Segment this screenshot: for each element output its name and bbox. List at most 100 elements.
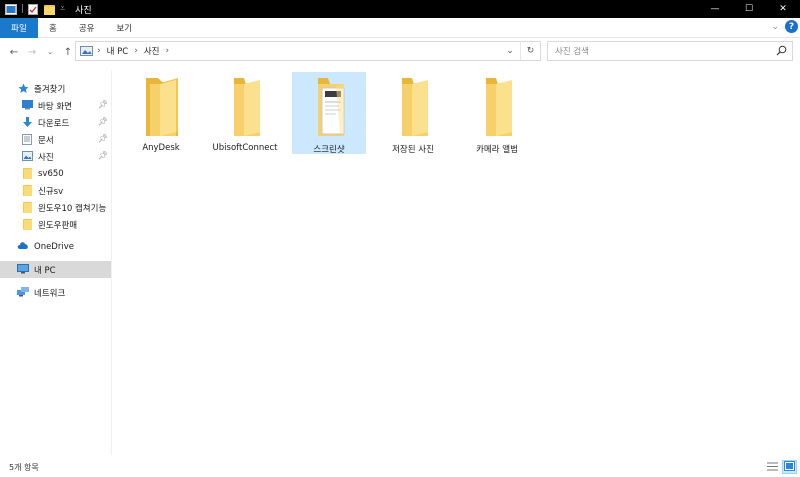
new-folder-icon[interactable]: [44, 4, 56, 15]
pin-icon: 📌︎: [97, 117, 108, 126]
sidebar-item-desktop[interactable]: 바탕 화면 📌︎: [0, 97, 111, 114]
explorer-icon[interactable]: [5, 3, 17, 15]
sidebar-item-documents[interactable]: 문서 📌︎: [0, 131, 111, 148]
sidebar-item-this-pc[interactable]: 내 PC: [0, 261, 111, 278]
sidebar-item-pictures[interactable]: 사진 📌︎: [0, 148, 111, 165]
chevron-down-icon: ⌄: [47, 48, 53, 56]
folder-icon: [22, 185, 33, 196]
breadcrumb-chevron-icon[interactable]: ›: [97, 46, 101, 56]
sidebar-item-label: 윈도우10 캡쳐기능: [38, 203, 107, 214]
folder-icon: [390, 78, 436, 139]
folder-icon: [474, 78, 520, 139]
back-button[interactable]: ←: [5, 42, 23, 62]
maximize-button[interactable]: ☐: [732, 0, 766, 18]
folder-icon: [222, 78, 268, 139]
star-icon: [18, 83, 29, 94]
sidebar-item-label: 문서: [38, 135, 54, 146]
quick-access-toolbar: | ⩡ 사진: [0, 0, 92, 18]
toolbar-divider: |: [21, 4, 25, 14]
tab-view[interactable]: 보기: [105, 18, 143, 38]
ribbon-right-controls: ⌄ ?: [771, 20, 798, 33]
sidebar-item-label: 내 PC: [34, 265, 56, 276]
search-icon[interactable]: [776, 45, 787, 59]
expand-ribbon-icon[interactable]: ⌄: [771, 22, 779, 32]
sidebar-item-quick-access[interactable]: 즐겨찾기: [0, 80, 111, 97]
sidebar-item-label: 사진: [38, 152, 54, 163]
chevron-down-icon: ⌄: [506, 46, 514, 56]
minimize-button[interactable]: —: [698, 0, 732, 18]
sidebar-item-label: 다운로드: [38, 118, 70, 129]
folder-item-saved-pictures[interactable]: 저장된 사진: [376, 72, 450, 155]
customize-toolbar-icon[interactable]: ⩡: [60, 4, 65, 14]
close-icon: ✕: [779, 4, 787, 14]
folder-label: AnyDesk: [142, 143, 180, 153]
folder-label: 카메라 앨범: [476, 145, 518, 155]
close-button[interactable]: ✕: [766, 0, 800, 18]
address-bar[interactable]: › 내 PC › 사진 › ⌄ ↻: [75, 41, 541, 61]
up-arrow-icon: ↑: [63, 46, 73, 58]
file-list: AnyDesk UbisoftConnect 스크린샷 저장된 사진 카메라 앨…: [113, 68, 800, 458]
sidebar-item-sv650[interactable]: sv650: [0, 165, 111, 182]
sidebar-item-downloads[interactable]: 다운로드 📌︎: [0, 114, 111, 131]
download-icon: [22, 117, 33, 128]
recent-locations-button[interactable]: ⌄: [41, 42, 59, 62]
sidebar-item-label: 네트워크: [34, 288, 66, 299]
sidebar-item-windows-sales[interactable]: 윈도우판매: [0, 216, 111, 233]
back-arrow-icon: ←: [9, 46, 19, 58]
sidebar-item-new-sv[interactable]: 신규sv: [0, 182, 111, 199]
properties-icon[interactable]: [28, 3, 40, 15]
breadcrumb-chevron-icon[interactable]: ›: [134, 46, 138, 56]
tab-file[interactable]: 파일: [0, 17, 38, 38]
item-count: 5개 항목: [9, 463, 39, 472]
folder-icon: [22, 219, 33, 230]
sidebar-item-label: sv650: [38, 168, 64, 179]
desktop-icon: [22, 100, 33, 111]
status-bar: 5개 항목: [0, 458, 800, 477]
sidebar-item-label: 신규sv: [38, 186, 64, 197]
folder-item-ubisoftconnect[interactable]: UbisoftConnect: [208, 72, 282, 154]
minimize-icon: —: [710, 4, 720, 14]
ribbon-tabs: 파일 홈 공유 보기 ⌄ ?: [0, 17, 800, 38]
document-icon: [22, 134, 33, 145]
breadcrumb-this-pc[interactable]: 내 PC: [107, 45, 129, 57]
pictures-location-icon: [80, 46, 93, 56]
view-switcher: [765, 460, 797, 474]
forward-arrow-icon: →: [27, 46, 37, 58]
large-icons-view-icon: [784, 461, 795, 473]
window-title: 사진: [75, 5, 92, 16]
breadcrumb-pictures[interactable]: 사진: [144, 45, 160, 57]
navigation-bar: ← → ⌄ ↑ › 내 PC › 사진 › ⌄ ↻ 사진 검색: [0, 38, 800, 65]
breadcrumb-chevron-icon[interactable]: ›: [165, 46, 169, 56]
pin-icon: 📌︎: [97, 100, 108, 109]
sidebar-item-network[interactable]: 네트워크: [0, 284, 111, 301]
forward-button[interactable]: →: [23, 42, 41, 62]
search-input[interactable]: 사진 검색: [547, 41, 793, 61]
folder-item-anydesk[interactable]: AnyDesk: [124, 72, 198, 154]
pin-icon: 📌︎: [97, 134, 108, 143]
title-bar: | ⩡ 사진 — ☐ ✕: [0, 0, 800, 18]
tab-home[interactable]: 홈: [38, 18, 68, 38]
folder-icon: [22, 168, 33, 179]
folder-item-screenshots[interactable]: 스크린샷: [292, 72, 366, 155]
pin-icon: 📌︎: [97, 151, 108, 160]
sidebar-item-label: 바탕 화면: [38, 101, 72, 112]
details-view-button[interactable]: [765, 460, 780, 474]
large-icons-view-button[interactable]: [782, 460, 797, 474]
address-history-button[interactable]: ⌄: [500, 42, 520, 60]
sidebar-item-label: OneDrive: [34, 241, 74, 252]
pictures-icon: [22, 151, 33, 162]
folder-with-preview-icon: [306, 78, 352, 139]
sidebar-item-label: 윈도우판매: [38, 220, 78, 231]
folder-item-camera-roll[interactable]: 카메라 앨범: [460, 72, 534, 155]
folder-label: 스크린샷: [313, 145, 345, 155]
refresh-button[interactable]: ↻: [520, 42, 540, 60]
tab-share[interactable]: 공유: [68, 18, 106, 38]
sidebar-item-windows10-capture[interactable]: 윈도우10 캡쳐기능: [0, 199, 111, 216]
folder-label: UbisoftConnect: [212, 143, 278, 153]
sidebar-item-onedrive[interactable]: OneDrive: [0, 238, 111, 255]
computer-icon: [17, 264, 29, 275]
folder-icon: [22, 202, 33, 213]
cloud-icon: [17, 241, 29, 252]
window-controls: — ☐ ✕: [698, 0, 800, 18]
help-icon[interactable]: ?: [785, 20, 798, 33]
